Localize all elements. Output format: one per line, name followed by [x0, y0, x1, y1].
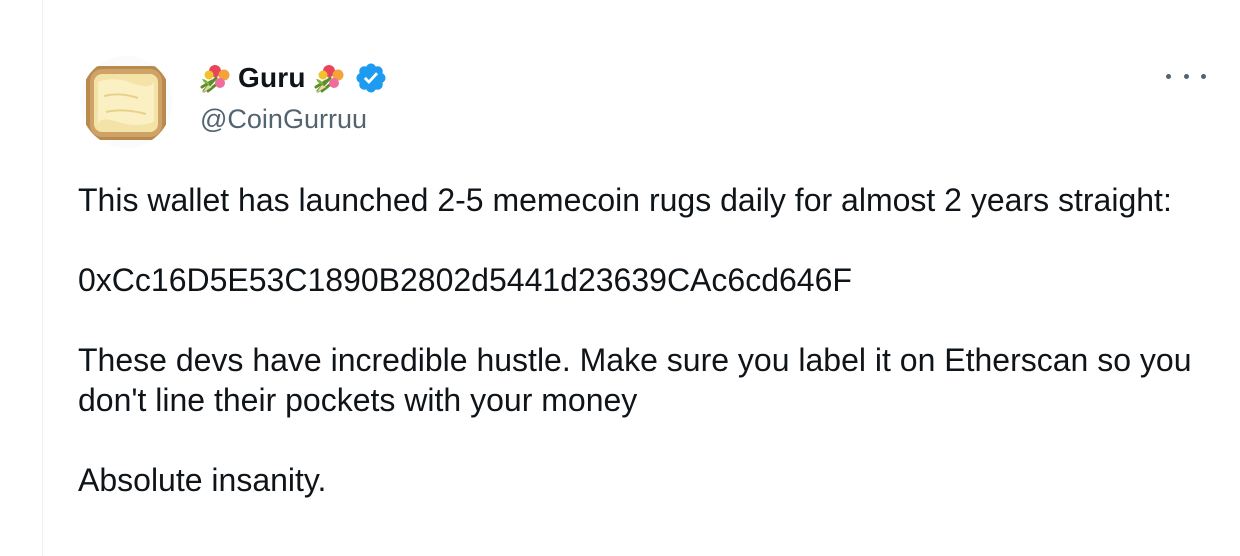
timeline-left-border: [42, 0, 43, 556]
tweet-body: This wallet has launched 2-5 memecoin ru…: [78, 180, 1198, 540]
author-handle[interactable]: @CoinGurruu: [198, 104, 388, 135]
tweet-paragraph: This wallet has launched 2-5 memecoin ru…: [78, 182, 1172, 218]
flower-bouquet-icon: [312, 61, 346, 95]
more-dot: [1166, 73, 1171, 79]
wallet-address: 0xCc16D5E53C1890B2802d5441d23639CAc6cd64…: [78, 262, 852, 298]
tweet-author: Guru @CoinGurruu: [198, 58, 388, 135]
display-name[interactable]: Guru: [238, 62, 306, 94]
more-dot: [1183, 73, 1189, 79]
flower-bouquet-icon: [198, 61, 232, 95]
verified-badge-icon[interactable]: [354, 61, 388, 95]
tweet-paragraph: These devs have incredible hustle. Make …: [78, 342, 1201, 418]
tweet-paragraph: Absolute insanity.: [78, 462, 327, 498]
more-dot: [1201, 73, 1206, 79]
more-options-icon[interactable]: [1166, 64, 1206, 88]
author-name-row[interactable]: Guru: [198, 58, 388, 98]
avatar[interactable]: [80, 56, 172, 148]
toast-avatar-image: [80, 56, 172, 148]
